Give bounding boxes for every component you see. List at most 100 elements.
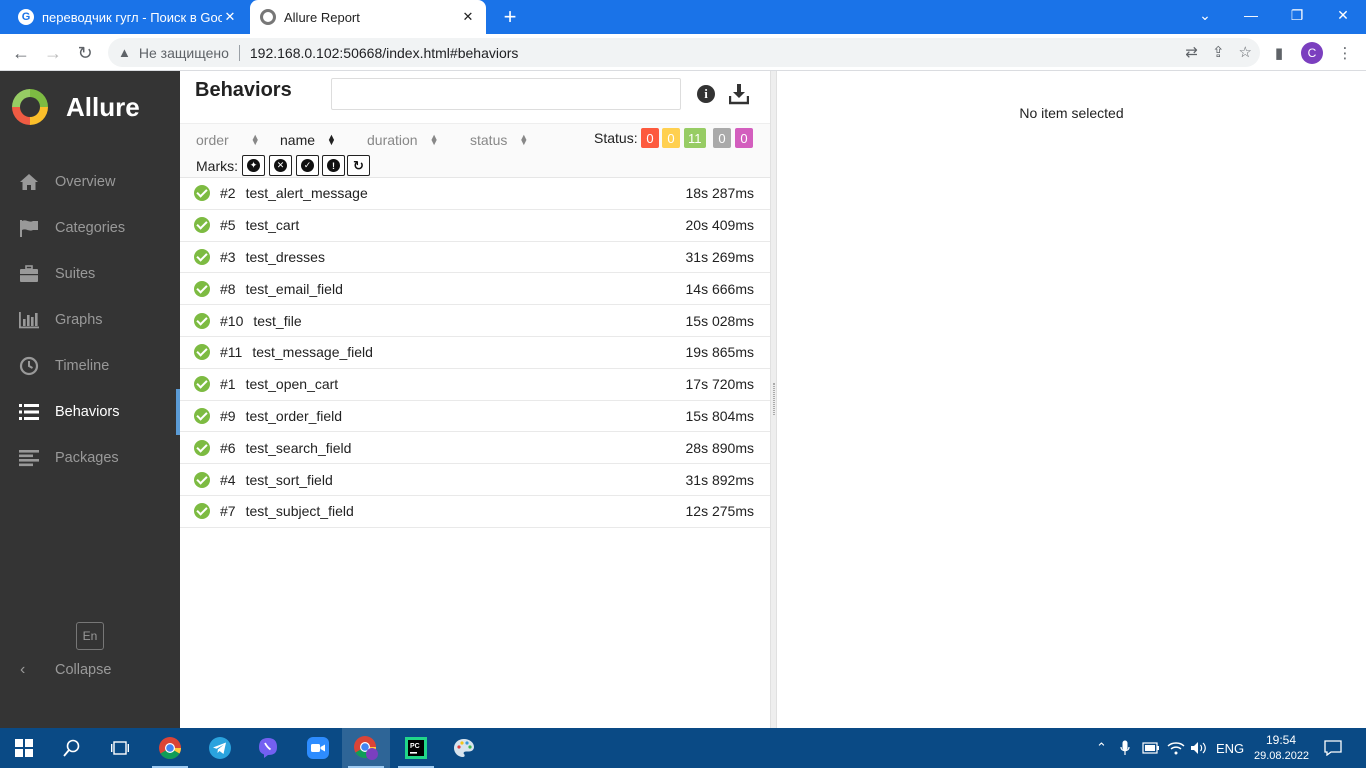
wifi-icon[interactable] [1167, 728, 1185, 768]
share-icon[interactable]: ⇪ [1212, 43, 1225, 61]
forward-arrow-icon[interactable]: → [40, 40, 66, 66]
url-text[interactable]: 192.168.0.102:50668/index.html#behaviors [250, 45, 519, 61]
table-row[interactable]: #5 test_cart 20s 409ms [180, 210, 770, 242]
browser-tab-allure-report[interactable]: Allure Report ✕ [250, 0, 486, 34]
search-icon[interactable] [48, 728, 96, 768]
test-duration: 14s 666ms [685, 280, 754, 297]
bomb-icon: ✦ [247, 159, 260, 172]
list-icon [18, 401, 40, 423]
sidebar-item-suites[interactable]: Suites [0, 251, 180, 297]
task-view-icon[interactable] [96, 728, 144, 768]
sort-arrows-icon: ▲ ▼ [519, 132, 529, 147]
mark-flaky-toggle[interactable]: ✦ [242, 155, 265, 176]
status-passed-toggle[interactable]: 11 [684, 128, 706, 148]
side-panel-icon[interactable]: ▮ [1268, 42, 1290, 64]
sort-by-duration[interactable]: duration ▲ ▼ [367, 130, 439, 150]
tray-chevron-up-icon[interactable]: ⌃ [1096, 728, 1107, 768]
test-name: test_subject_field [245, 503, 354, 520]
paint-palette-icon[interactable] [440, 728, 488, 768]
translate-icon[interactable]: ⇄ [1185, 43, 1198, 61]
input-language-indicator[interactable]: ENG [1216, 728, 1244, 768]
table-row[interactable]: #11 test_message_field 19s 865ms [180, 337, 770, 369]
chrome-profile-icon[interactable] [342, 728, 390, 768]
close-icon[interactable]: ✕ [222, 9, 238, 25]
close-window-button[interactable]: ✕ [1320, 0, 1366, 30]
sort-by-name[interactable]: name ▲ ▼ [280, 130, 336, 150]
table-row[interactable]: #9 test_order_field 15s 804ms [180, 401, 770, 433]
new-tab-button[interactable]: + [500, 6, 520, 28]
table-row[interactable]: #3 test_dresses 31s 269ms [180, 242, 770, 274]
table-row[interactable]: #4 test_sort_field 31s 892ms [180, 464, 770, 496]
status-broken-toggle[interactable]: 0 [662, 128, 680, 148]
windows-start-icon[interactable] [0, 728, 48, 768]
status-unknown-toggle[interactable]: 0 [735, 128, 753, 148]
reload-icon[interactable]: ↻ [72, 40, 98, 66]
tab-title: переводчик гугл - Поиск в Goo [42, 9, 222, 25]
empty-state-text: No item selected [1019, 105, 1124, 121]
sidebar-item-categories[interactable]: Categories [0, 205, 180, 251]
bar-chart-icon [18, 309, 40, 331]
close-icon[interactable]: ✕ [460, 9, 476, 25]
sidebar-item-behaviors[interactable]: Behaviors [0, 389, 180, 435]
tab-search-chevron-icon[interactable]: ⌄ [1182, 0, 1228, 30]
pycharm-icon[interactable]: PC [392, 728, 440, 768]
status-skipped-toggle[interactable]: 0 [713, 128, 731, 148]
passed-check-icon [194, 185, 210, 202]
mark-retries-toggle[interactable]: ↻ [347, 155, 370, 176]
exclamation-icon: ! [327, 159, 340, 172]
viber-icon[interactable] [244, 728, 292, 768]
bookmark-star-icon[interactable]: ☆ [1239, 43, 1252, 61]
table-row[interactable]: #10 test_file 15s 028ms [180, 305, 770, 337]
volume-icon[interactable] [1190, 728, 1208, 768]
omnibox-divider [238, 44, 240, 61]
battery-icon[interactable] [1142, 728, 1160, 768]
table-row[interactable]: #6 test_search_field 28s 890ms [180, 432, 770, 465]
sidebar-item-graphs[interactable]: Graphs [0, 297, 180, 343]
test-name: test_search_field [245, 439, 352, 456]
info-icon[interactable]: i [697, 85, 715, 103]
table-row[interactable]: #8 test_email_field 14s 666ms [180, 273, 770, 306]
table-row[interactable]: #1 test_open_cart 17s 720ms [180, 369, 770, 401]
collapse-button[interactable]: ‹ Collapse [20, 661, 111, 679]
sort-by-status[interactable]: status ▲ ▼ [470, 130, 528, 150]
table-row[interactable]: #7 test_subject_field 12s 275ms [180, 496, 770, 528]
test-order: #8 [220, 280, 236, 297]
mark-new-broken-toggle[interactable]: ! [322, 155, 345, 176]
sort-by-order[interactable]: order ▲ ▼ [196, 130, 260, 150]
search-input[interactable] [331, 78, 681, 110]
more-vert-icon[interactable]: ⋮ [1334, 42, 1356, 64]
sidebar-item-timeline[interactable]: Timeline [0, 343, 180, 389]
allure-icon [260, 9, 276, 25]
browser-tab-google-search[interactable]: G переводчик гугл - Поиск в Goo ✕ [8, 0, 248, 34]
system-clock[interactable]: 19:54 29.08.2022 [1254, 732, 1309, 764]
sidebar-item-packages[interactable]: Packages [0, 435, 180, 481]
language-selector-button[interactable]: En [76, 622, 104, 650]
test-duration: 17s 720ms [685, 376, 754, 393]
minimize-button[interactable]: — [1228, 0, 1274, 30]
status-failed-toggle[interactable]: 0 [641, 128, 659, 148]
security-status[interactable]: Не защищено [139, 45, 229, 61]
zoom-icon[interactable] [294, 728, 342, 768]
sidebar-item-overview[interactable]: Overview [0, 159, 180, 205]
restore-button[interactable]: ❐ [1274, 0, 1320, 30]
mark-new-passed-toggle[interactable]: ✓ [296, 155, 319, 176]
notifications-icon[interactable] [1324, 728, 1342, 768]
sidebar-item-label: Categories [55, 220, 126, 236]
chrome-icon[interactable] [146, 728, 194, 768]
browser-tab-strip: G переводчик гугл - Поиск в Goo ✕ Allure… [0, 0, 1366, 34]
test-duration: 31s 892ms [685, 471, 754, 488]
back-arrow-icon[interactable]: ← [8, 40, 34, 66]
mark-new-failed-toggle[interactable]: ✕ [269, 155, 292, 176]
pane-splitter[interactable] [770, 71, 777, 728]
download-icon[interactable] [728, 83, 750, 105]
collapse-label: Collapse [55, 662, 112, 678]
tree-toolbar: order ▲ ▼ name ▲ ▼ duration ▲ ▼ status ▲ ▼ S… [180, 123, 770, 178]
table-row[interactable]: #2 test_alert_message 18s 287ms [180, 178, 770, 210]
avatar[interactable]: C [1301, 42, 1323, 64]
brand[interactable]: Allure [12, 87, 140, 127]
telegram-icon[interactable] [196, 728, 244, 768]
omnibox-actions: ⇄ ⇪ ☆ [1185, 43, 1252, 61]
test-order: #11 [220, 344, 243, 361]
microphone-icon[interactable] [1120, 728, 1130, 768]
omnibox[interactable]: ▲ Не защищено 192.168.0.102:50668/index.… [108, 38, 1260, 67]
